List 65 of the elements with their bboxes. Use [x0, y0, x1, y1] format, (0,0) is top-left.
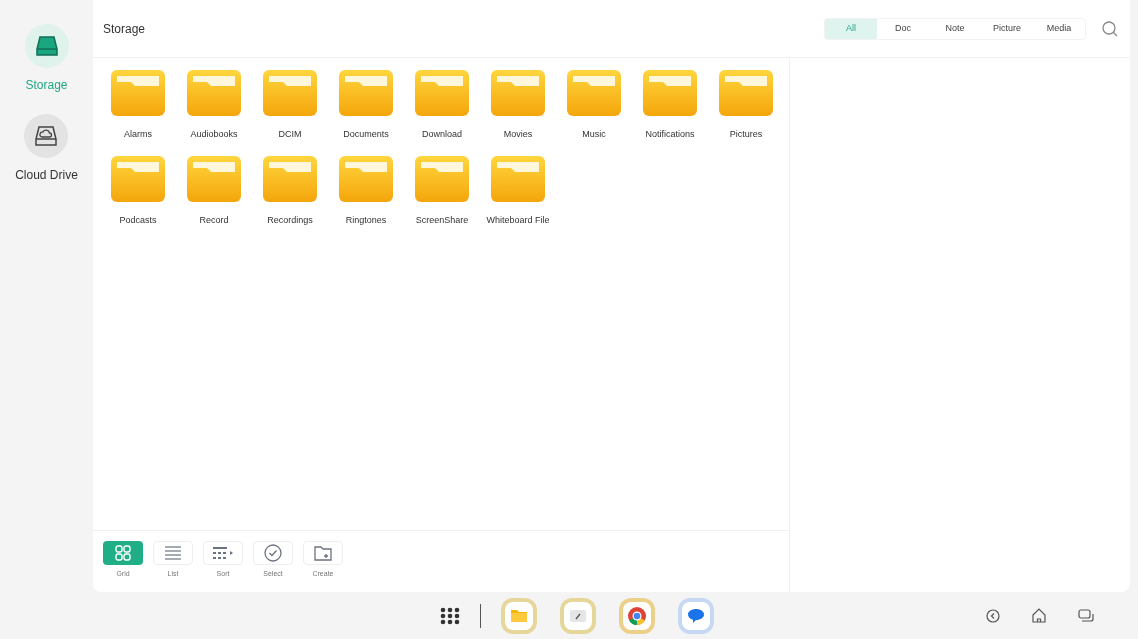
folder-icon [339, 155, 393, 202]
folder-name: Music [582, 128, 606, 141]
header-title: Storage [103, 20, 146, 38]
folder-item[interactable]: Recordings [252, 155, 328, 227]
folder-name: Pictures [729, 128, 763, 141]
folder-icon [415, 70, 469, 116]
new-folder-icon [314, 545, 332, 561]
folder-name: Recordings [267, 213, 313, 227]
grid-icon [115, 545, 131, 561]
folder-name: Download [422, 128, 462, 141]
folder-icon [491, 70, 545, 116]
folder-item[interactable]: Ringtones [328, 155, 404, 227]
folder-name: Audiobooks [190, 128, 238, 141]
app-grid-icon[interactable] [440, 606, 460, 625]
folder-item[interactable]: Documents [328, 70, 404, 142]
sort-icon [213, 547, 233, 559]
folder-icon [263, 70, 317, 116]
sidebar-item[interactable]: Cloud Drive [15, 114, 78, 184]
filter-tab[interactable]: Picture [981, 18, 1033, 39]
folder-item[interactable]: Music [556, 70, 632, 142]
folder-icon [491, 155, 545, 202]
folder-item[interactable]: Audiobooks [176, 70, 252, 142]
folder-item[interactable]: ScreenShare [404, 155, 480, 227]
folder-icon [187, 155, 241, 202]
filter-tab[interactable]: Note [929, 18, 981, 39]
search-icon[interactable] [1102, 20, 1118, 37]
folder-name: Whiteboard File [486, 213, 550, 227]
folder-icon [187, 70, 241, 116]
chat-app-icon[interactable] [678, 597, 714, 634]
folder-icon [111, 155, 165, 202]
home-icon[interactable] [1031, 608, 1047, 623]
folder-icon [719, 70, 773, 116]
folder-name: Record [199, 213, 229, 227]
folder-item[interactable]: DCIM [252, 70, 328, 142]
folder-item[interactable]: Notifications [632, 70, 708, 142]
folder-name: Ringtones [345, 213, 387, 227]
folder-item[interactable]: Download [404, 70, 480, 142]
folder-item[interactable]: Pictures [708, 70, 784, 142]
filter-tab[interactable]: Media [1033, 18, 1085, 39]
folder-icon [567, 70, 621, 116]
filter-tab[interactable]: Doc [877, 18, 929, 39]
folder-name: Podcasts [119, 213, 157, 227]
folder-icon [111, 70, 165, 116]
browser-app-icon[interactable] [619, 597, 655, 634]
drive-icon [34, 35, 59, 57]
folder-icon [643, 70, 697, 116]
folder-item[interactable]: Movies [480, 70, 556, 142]
folder-icon [339, 70, 393, 116]
back-icon[interactable] [986, 608, 1000, 623]
folder-item[interactable]: Record [176, 155, 252, 227]
folder-item[interactable]: Podcasts [100, 155, 176, 227]
folder-name: Documents [343, 128, 389, 141]
check-circle-icon [264, 544, 282, 562]
folder-icon [263, 155, 317, 202]
folder-item[interactable]: Alarms [100, 70, 176, 142]
folder-name: Notifications [645, 128, 695, 141]
folder-name: ScreenShare [415, 213, 469, 227]
folder-item[interactable]: Whiteboard File [480, 155, 556, 227]
folder-name: DCIM [278, 128, 302, 141]
folder-icon [415, 155, 469, 202]
recent-apps-icon[interactable] [1078, 608, 1094, 623]
list-icon [165, 546, 181, 560]
folder-name: Movies [503, 128, 533, 141]
folder-name: Alarms [124, 128, 152, 141]
cloud-drive-icon [34, 125, 59, 147]
